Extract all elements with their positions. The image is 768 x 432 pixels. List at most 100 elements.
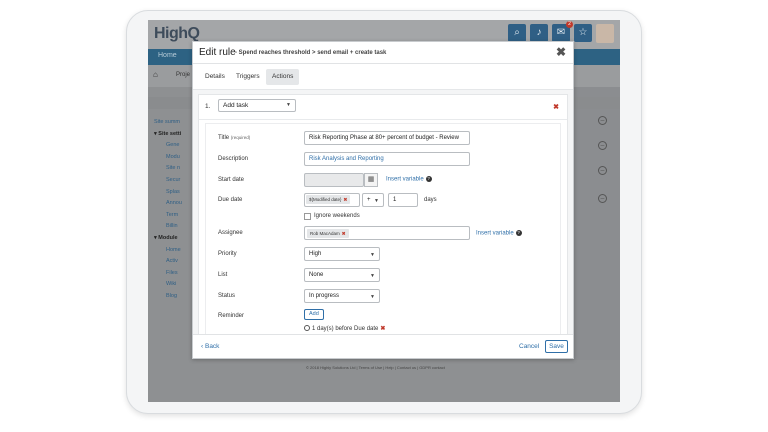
row-action-icon[interactable]: –: [598, 116, 607, 125]
due-unit-label: days: [424, 197, 437, 203]
sidebar-item[interactable]: Billin: [154, 221, 194, 233]
calendar-icon[interactable]: ▦: [364, 173, 378, 187]
sidebar-item[interactable]: Activ: [154, 256, 194, 268]
sidebar-item[interactable]: Files: [154, 268, 194, 280]
sidebar-list: Site summ ▾ Site setti Gene Modu Site n Secur…: [154, 117, 194, 303]
action-type-value: Add task: [223, 102, 249, 109]
status-select[interactable]: In progress ▼: [304, 289, 380, 303]
priority-label: Priority: [218, 251, 237, 257]
chevron-down-icon: ▼: [370, 252, 375, 258]
remove-token-icon[interactable]: ✖: [344, 197, 348, 202]
due-operator-value: +: [367, 197, 371, 203]
insert-variable-link-assignee[interactable]: Insert variable?: [476, 230, 522, 237]
task-form: Title (required) Risk Reporting Phase at…: [205, 123, 561, 334]
insert-variable-link-start[interactable]: Insert variable?: [386, 176, 432, 183]
due-date-field[interactable]: ${Modified date} ✖: [304, 193, 360, 207]
back-button[interactable]: ‹ Back: [201, 343, 219, 350]
sidebar-item[interactable]: Annou: [154, 198, 194, 210]
tab-details[interactable]: Details: [199, 69, 231, 85]
action-type-select[interactable]: Add task ▼: [218, 99, 296, 112]
title-label-text: Title: [218, 135, 230, 141]
ignore-weekends-label: Ignore weekends: [314, 213, 360, 219]
title-input[interactable]: Risk Reporting Phase at 80+ percent of b…: [304, 131, 470, 145]
due-offset-input[interactable]: 1: [388, 193, 418, 207]
stage: HighQ ⌕ ♪ ✉ 2 ☆ Home ⌂ Proje Site summ ▾ S…: [0, 0, 768, 432]
due-operator-select[interactable]: + ▼: [362, 193, 384, 207]
search-icon[interactable]: ⌕: [508, 24, 526, 42]
star-icon[interactable]: ☆: [574, 24, 592, 42]
due-date-label: Due date: [218, 197, 243, 203]
sidebar-section-heading: ▾ Site setti: [154, 130, 182, 137]
reminder-label: Reminder: [218, 313, 245, 319]
remove-action-icon[interactable]: ✖: [553, 103, 559, 111]
sidebar-item[interactable]: Home: [154, 245, 194, 257]
row-action-icon[interactable]: –: [598, 166, 607, 175]
description-label: Description: [218, 156, 249, 162]
chevron-left-icon: ‹: [201, 343, 204, 350]
reminder-item: 1 day(s) before Due date ✖: [304, 325, 385, 332]
start-date-label: Start date: [218, 177, 245, 183]
edit-rule-modal: Edit rule - Spend reaches threshold > se…: [192, 41, 574, 359]
sidebar-item[interactable]: Blog: [154, 291, 194, 303]
due-date-token: ${Modified date} ✖: [306, 195, 351, 204]
priority-value: High: [309, 251, 322, 257]
modal-body[interactable]: 1. Add task ▼ ✖ Title (required) Risk Re…: [193, 90, 573, 334]
home-icon[interactable]: ⌂: [153, 70, 158, 79]
assignee-token-text: Rob MacAdam: [310, 231, 340, 236]
assignee-token: Rob MacAdam ✖: [307, 229, 349, 238]
start-date-input[interactable]: [304, 173, 364, 187]
sidebar-item[interactable]: Modu: [154, 152, 194, 164]
modal-header: Edit rule - Spend reaches threshold > se…: [193, 42, 573, 64]
step-number: 1.: [205, 103, 211, 110]
status-label: Status: [218, 293, 236, 299]
remove-reminder-icon[interactable]: ✖: [380, 326, 385, 332]
help-icon[interactable]: ?: [515, 230, 522, 236]
tab-triggers[interactable]: Triggers: [230, 69, 266, 85]
status-value: In progress: [309, 293, 340, 299]
nav-home[interactable]: Home: [158, 52, 177, 59]
list-select[interactable]: None ▼: [304, 268, 380, 282]
remove-assignee-icon[interactable]: ✖: [342, 231, 346, 236]
add-reminder-button[interactable]: Add: [304, 309, 324, 320]
avatar[interactable]: [596, 24, 614, 43]
bell-icon[interactable]: ♪: [530, 24, 548, 42]
modal-subtitle: - Spend reaches threshold > send email +…: [235, 50, 387, 56]
title-label: Title (required): [218, 135, 250, 141]
close-icon[interactable]: ✖: [556, 45, 566, 59]
help-icon[interactable]: ?: [425, 176, 432, 182]
priority-select[interactable]: High ▼: [304, 247, 380, 261]
save-button[interactable]: Save: [545, 340, 568, 353]
mail-badge: 2: [566, 21, 573, 28]
sidebar-item[interactable]: Site summ: [154, 117, 194, 129]
list-label: List: [218, 272, 228, 278]
action-panel: 1. Add task ▼ ✖ Title (required) Risk Re…: [198, 94, 568, 334]
step-divider: [199, 119, 567, 120]
ignore-weekends-checkbox[interactable]: [304, 213, 311, 220]
sidebar-item[interactable]: Site n: [154, 163, 194, 175]
cancel-button[interactable]: Cancel: [519, 343, 539, 350]
row-action-icon[interactable]: –: [598, 194, 607, 203]
assignee-field[interactable]: Rob MacAdam ✖: [304, 226, 470, 240]
chevron-down-icon: ▼: [374, 198, 379, 204]
sidebar-item[interactable]: Gene: [154, 140, 194, 152]
sidebar-item[interactable]: Splas: [154, 187, 194, 199]
sidebar-item[interactable]: Wiki: [154, 279, 194, 291]
list-value: None: [309, 272, 324, 278]
assignee-label: Assignee: [218, 230, 243, 236]
chevron-down-icon: ▼: [370, 294, 375, 300]
description-input[interactable]: Risk Analysis and Reporting: [304, 152, 470, 166]
back-label: Back: [204, 343, 220, 350]
required-marker: (required): [230, 135, 251, 140]
modal-title: Edit rule: [199, 47, 236, 58]
reminder-text: 1 day(s) before Due date: [312, 326, 379, 332]
row-action-icon[interactable]: –: [598, 141, 607, 150]
modal-footer: ‹ Back Cancel Save: [193, 334, 573, 358]
breadcrumb-item[interactable]: Proje: [176, 72, 190, 78]
sidebar-item[interactable]: Secur: [154, 175, 194, 187]
due-token-text: ${Modified date}: [309, 197, 342, 202]
mail-icon[interactable]: ✉ 2: [552, 21, 573, 42]
sidebar-item[interactable]: Term: [154, 210, 194, 222]
tab-actions[interactable]: Actions: [266, 69, 300, 85]
clock-icon: [304, 325, 310, 332]
insert-variable-text: Insert variable: [476, 230, 514, 237]
